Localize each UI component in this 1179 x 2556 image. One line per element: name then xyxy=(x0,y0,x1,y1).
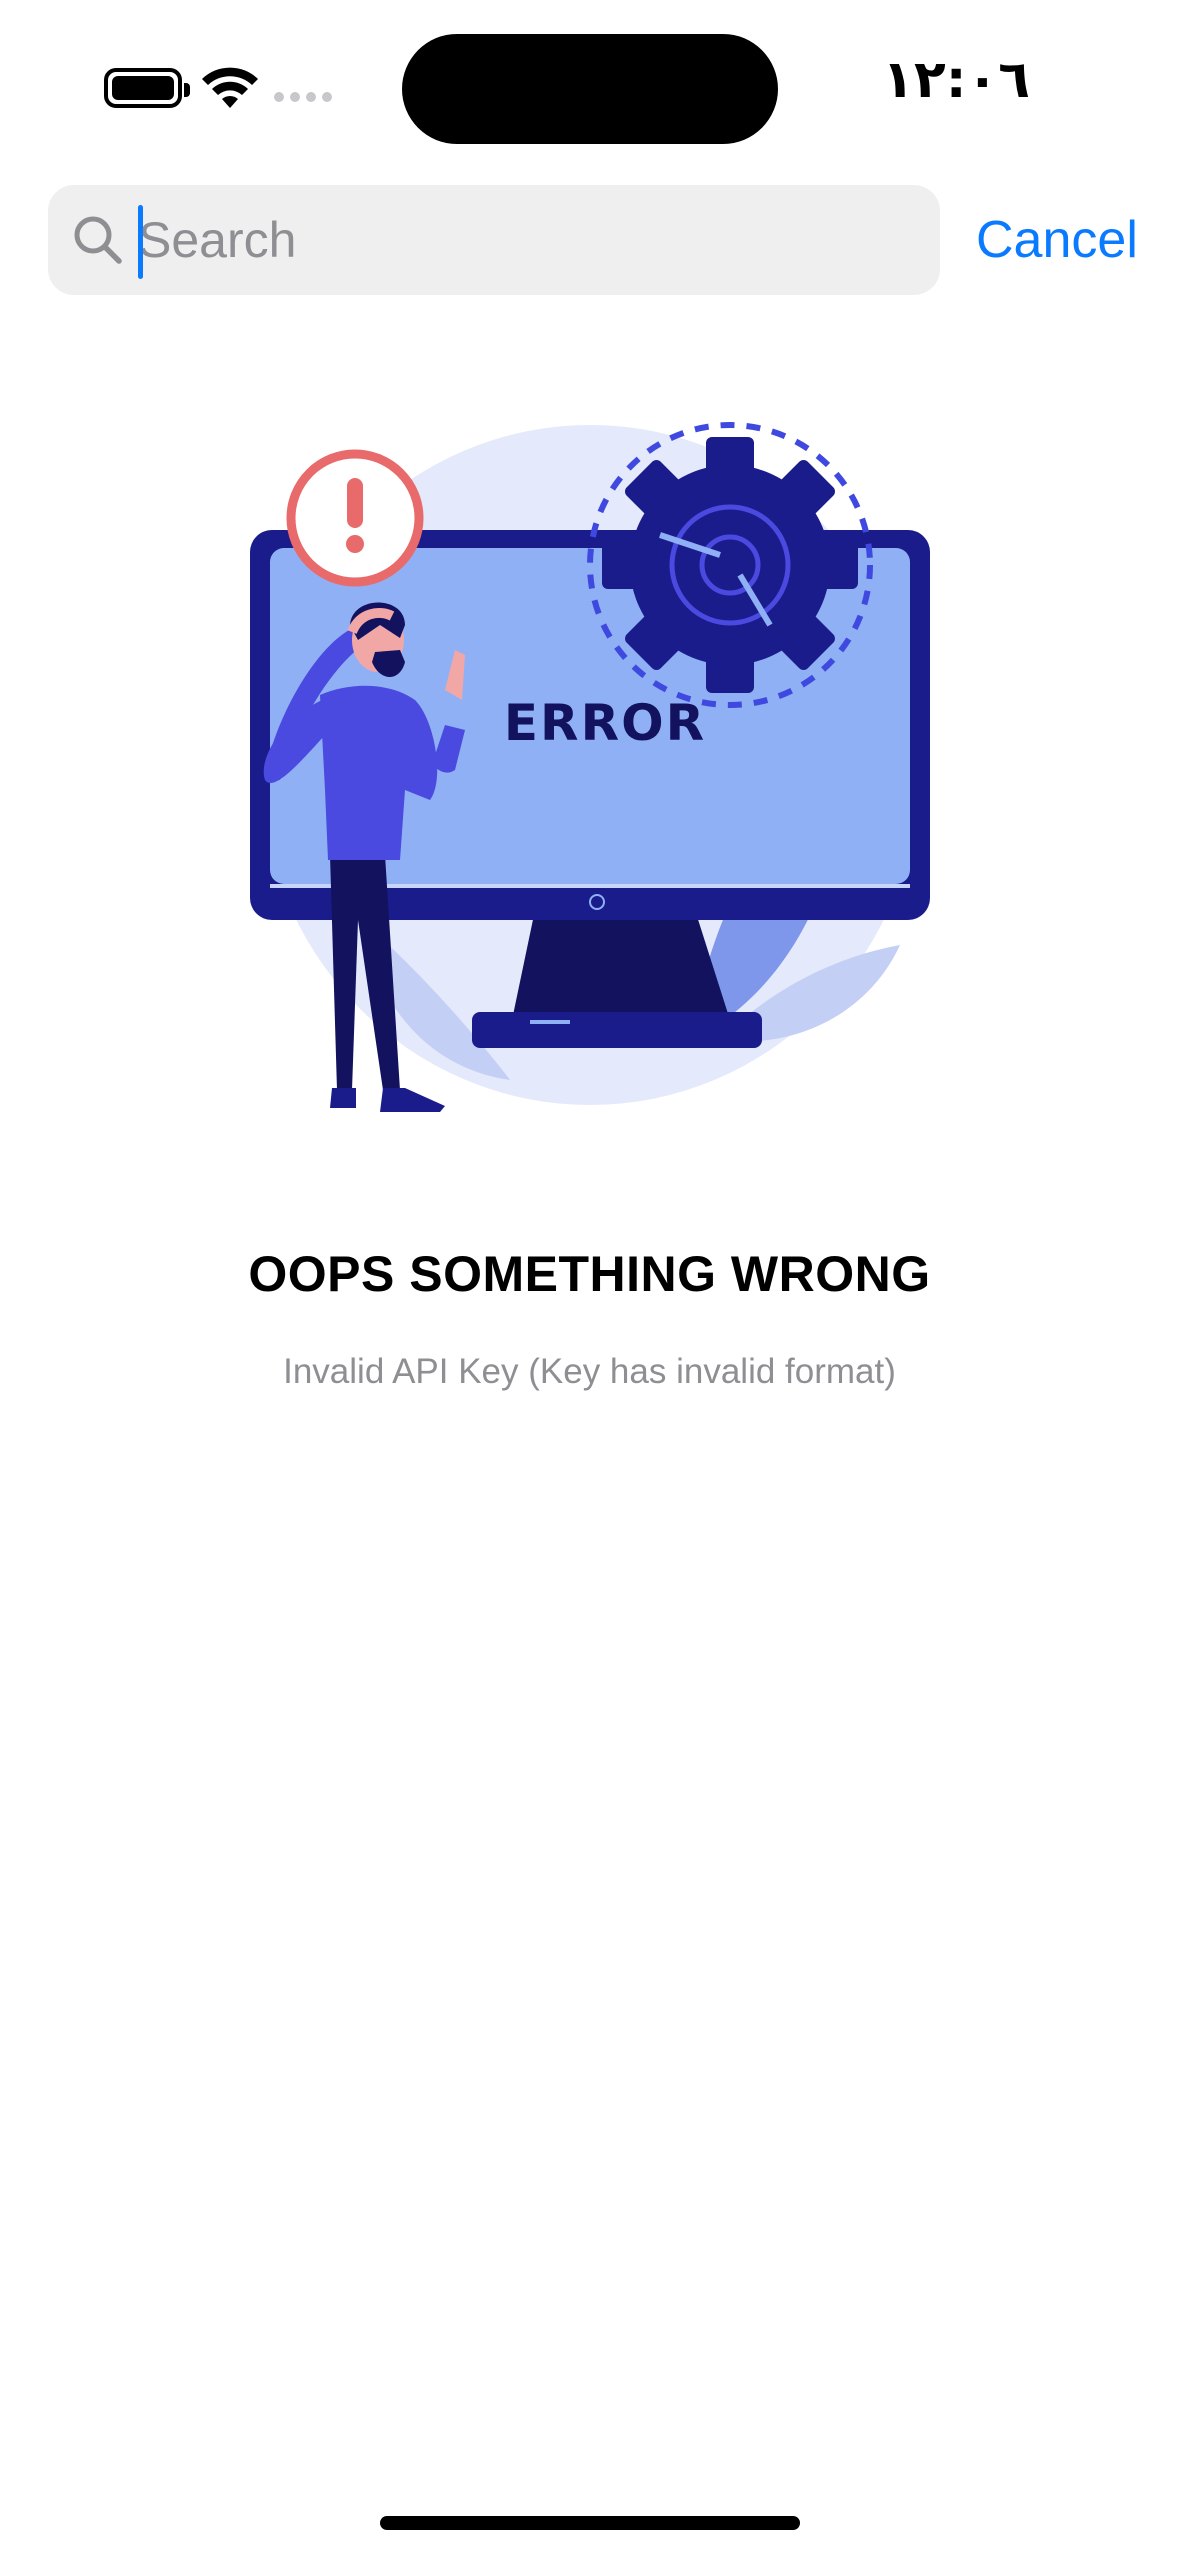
battery-icon xyxy=(104,68,190,108)
monitor-stand xyxy=(512,910,730,1020)
search-row: Cancel xyxy=(48,185,1148,295)
search-icon xyxy=(74,216,122,264)
search-input[interactable] xyxy=(138,203,918,277)
error-illustration: ERROR xyxy=(250,422,930,1112)
alert-icon xyxy=(286,449,424,587)
status-time: ١٢:٠٦ xyxy=(882,50,1030,110)
monitor-base xyxy=(472,1012,762,1048)
status-bar: ١٢:٠٦ xyxy=(0,0,1179,160)
wifi-icon xyxy=(202,67,258,108)
home-indicator[interactable] xyxy=(380,2516,800,2530)
text-caret xyxy=(138,205,143,279)
cancel-button[interactable]: Cancel xyxy=(976,203,1156,277)
screen: ١٢:٠٦ Cancel ERROR xyxy=(0,0,1179,2556)
search-field[interactable] xyxy=(48,185,940,295)
illustration-error-text: ERROR xyxy=(504,694,706,752)
signal-icon xyxy=(274,92,332,102)
error-title: OOPS SOMETHING WRONG xyxy=(248,1246,931,1302)
dynamic-island xyxy=(402,34,778,144)
error-message: Invalid API Key (Key has invalid format) xyxy=(283,1352,896,1391)
